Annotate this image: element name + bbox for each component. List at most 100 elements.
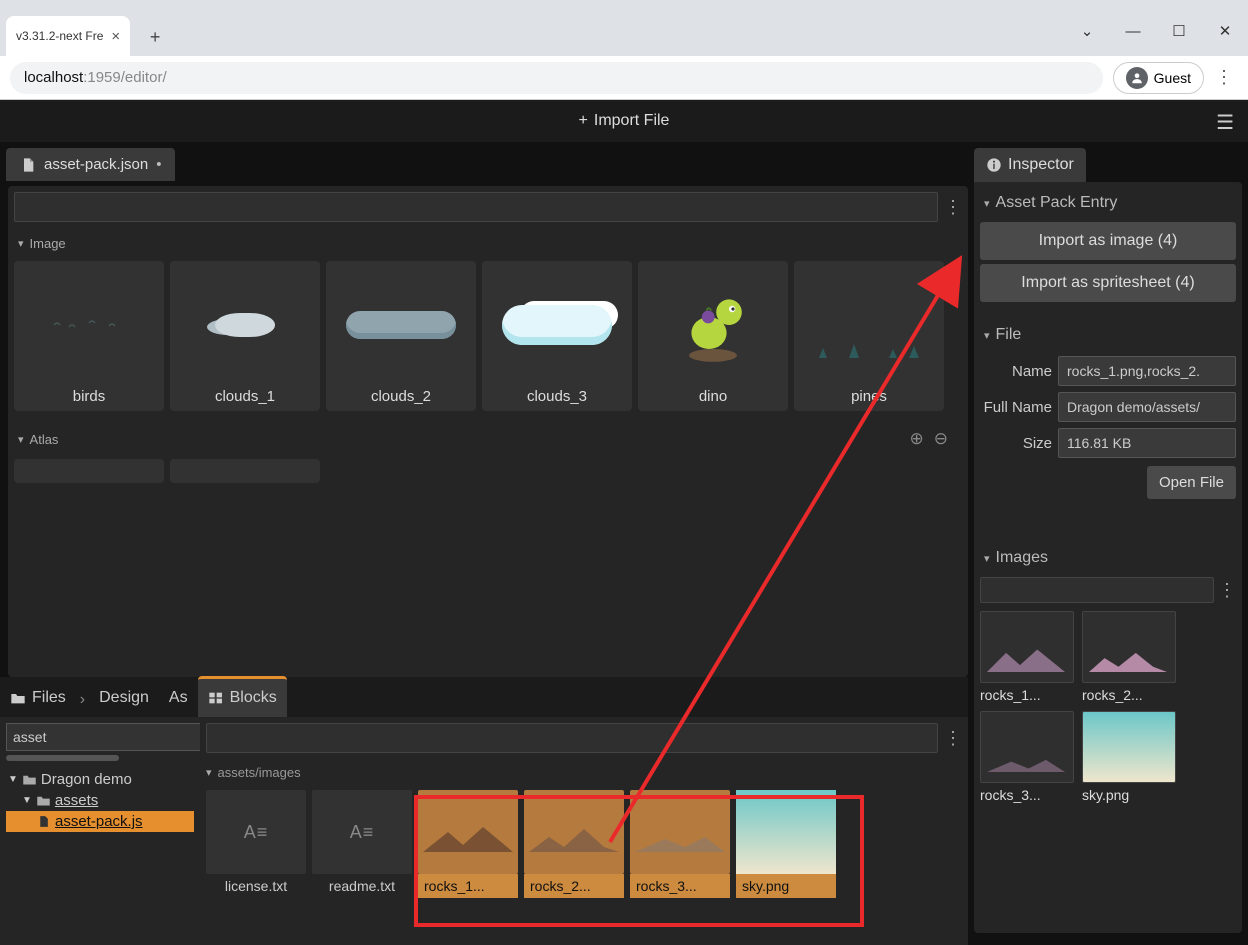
thumb-label: dino [699,388,727,405]
inspector-image-sky[interactable]: sky.png [1082,711,1176,803]
browser-tab[interactable]: v3.31.2-next Fre × [6,16,130,56]
thumb-pines[interactable]: pines [794,261,944,411]
tree-row-root[interactable]: ▼ Dragon demo [6,769,194,790]
json-file-icon [36,815,51,828]
images-section-header[interactable]: ▾ Images [980,543,1236,573]
thumb-label: clouds_3 [527,388,587,405]
tab-assets-label: As [169,689,188,707]
image-grid: birds clouds_1 clouds_2 clouds_3 [14,261,962,411]
name-label: Name [980,363,1052,380]
more-icon[interactable]: ⋮ [1218,577,1236,603]
url-port: :1959 [83,69,121,86]
asset-pack-entry-label: Asset Pack Entry [996,194,1118,212]
text-file-icon: A≡ [350,822,375,843]
thumb-clouds-1[interactable]: clouds_1 [170,261,320,411]
name-value[interactable]: rocks_1.png,rocks_2. [1058,356,1236,386]
chevron-down-icon[interactable]: ⌄ [1064,16,1110,46]
section-image-label: Image [30,236,66,251]
block-rocks-3[interactable]: rocks_3... [630,790,730,898]
pines-icon [809,338,929,358]
blocks-filter-input[interactable] [206,723,938,753]
blocks-body: ⋮ ▾ assets/images A≡ license.txt A≡ r [200,717,968,945]
block-readme[interactable]: A≡ readme.txt [312,790,412,898]
tab-files[interactable]: Files [0,679,76,717]
atlas-item[interactable] [14,459,164,483]
profile-chip[interactable]: Guest [1113,62,1204,94]
tab-design[interactable]: Design [89,679,159,717]
mountain-icon [1089,646,1167,672]
thumb-label: birds [73,388,106,405]
chevron-down-icon: ▾ [984,197,990,210]
caret-down-icon: ▼ [22,795,32,806]
chevron-down-icon: ▾ [206,766,212,779]
maximize-icon[interactable]: ☐ [1156,16,1202,46]
atlas-item[interactable] [170,459,320,483]
section-image-header[interactable]: ▾ Image [14,232,962,255]
block-rocks-1[interactable]: rocks_1... [418,790,518,898]
bottom-panel: Files › Design As Blocks × ⋮ [0,677,968,945]
tab-assets[interactable]: As [159,679,198,717]
asset-filter-input[interactable] [14,192,938,222]
tab-title: v3.31.2-next Fre [16,29,103,43]
block-label: rocks_2... [524,874,624,898]
block-sky[interactable]: sky.png [736,790,836,898]
blocks-section-header[interactable]: ▾ assets/images [206,765,962,780]
inspector-image-rocks-3[interactable]: rocks_3... [980,711,1074,803]
import-as-image-button[interactable]: Import as image (4) [980,222,1236,260]
file-section-header[interactable]: ▾ File [980,320,1236,350]
more-icon[interactable]: ⋮ [944,192,962,222]
url-input[interactable]: localhost:1959/editor/ [10,62,1103,94]
close-icon[interactable]: × [111,28,120,45]
menu-icon[interactable]: ☰ [1216,110,1234,135]
tab-files-label: Files [32,689,66,707]
more-icon[interactable]: ⋮ [944,723,962,753]
thumb-clouds-2[interactable]: clouds_2 [326,261,476,411]
import-as-spritesheet-button[interactable]: Import as spritesheet (4) [980,264,1236,302]
image-label: sky.png [1082,787,1176,803]
import-file-button[interactable]: + Import File [579,112,670,130]
section-atlas-header[interactable]: ▾ Atlas ⊕ ⊖ [14,425,962,453]
avatar-icon [1126,67,1148,89]
asset-pack-entry-header[interactable]: ▾ Asset Pack Entry [980,188,1236,218]
blocks-icon [208,691,224,705]
remove-circle-icon[interactable]: ⊖ [934,429,948,449]
inspector-tab[interactable]: Inspector [974,148,1086,182]
file-icon [20,157,36,173]
tree-row-assets[interactable]: ▼ assets [6,790,194,811]
chevron-down-icon: ▾ [18,237,24,250]
mountain-icon [987,646,1065,672]
thumb-birds[interactable]: birds [14,261,164,411]
cloud-icon [346,311,456,339]
address-bar: localhost:1959/editor/ Guest ⋮ [0,56,1248,100]
new-tab-button[interactable]: + [140,22,170,52]
fullname-value[interactable]: Dragon demo/assets/ [1058,392,1236,422]
url-path: /editor/ [121,69,167,86]
inspector-image-rocks-2[interactable]: rocks_2... [1082,611,1176,703]
thumb-dino[interactable]: dino [638,261,788,411]
tree-label: asset-pack.js [55,813,143,830]
block-rocks-2[interactable]: rocks_2... [524,790,624,898]
tab-blocks[interactable]: Blocks [198,676,287,717]
block-license[interactable]: A≡ license.txt [206,790,306,898]
inspector-image-rocks-1[interactable]: rocks_1... [980,611,1074,703]
folder-icon [36,794,51,807]
browser-tab-strip: v3.31.2-next Fre × + ⌄ — ☐ ✕ [0,0,1248,56]
cloud-icon [215,313,275,337]
sky-icon [736,790,836,874]
scrollbar[interactable] [6,755,119,761]
block-label: sky.png [736,874,836,898]
import-file-label: Import File [594,112,670,130]
open-file-button[interactable]: Open File [1147,466,1236,499]
file-section-label: File [996,326,1022,344]
add-circle-icon[interactable]: ⊕ [910,429,924,449]
inspector-panel: Inspector ▾ Asset Pack Entry Import as i… [974,148,1242,939]
minimize-icon[interactable]: — [1110,16,1156,46]
thumb-clouds-3[interactable]: clouds_3 [482,261,632,411]
tree-row-pack[interactable]: asset-pack.js [6,811,194,832]
close-window-icon[interactable]: ✕ [1202,16,1248,46]
browser-menu-icon[interactable]: ⋮ [1210,67,1238,88]
mountain-icon [529,807,619,857]
images-filter-input[interactable] [980,577,1214,603]
editor-tab[interactable]: asset-pack.json • [6,148,175,181]
tree-filter-input[interactable] [6,723,201,751]
